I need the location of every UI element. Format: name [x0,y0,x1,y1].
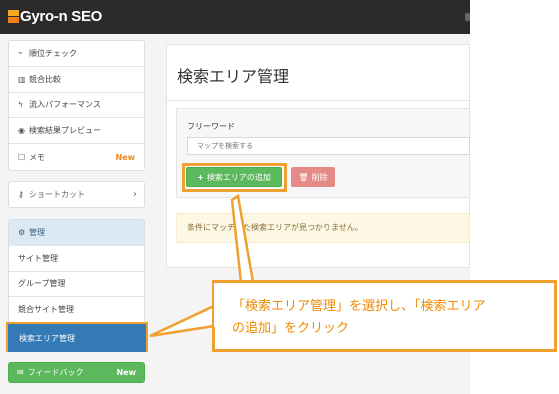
instruction-line-1: 「検索エリア管理」を選択し、「検索エリア [232,299,486,314]
instruction-line-2: の追加」をクリック [232,321,350,336]
instruction-text: 「検索エリア管理」を選択し、「検索エリア の追加」をクリック [232,296,552,340]
